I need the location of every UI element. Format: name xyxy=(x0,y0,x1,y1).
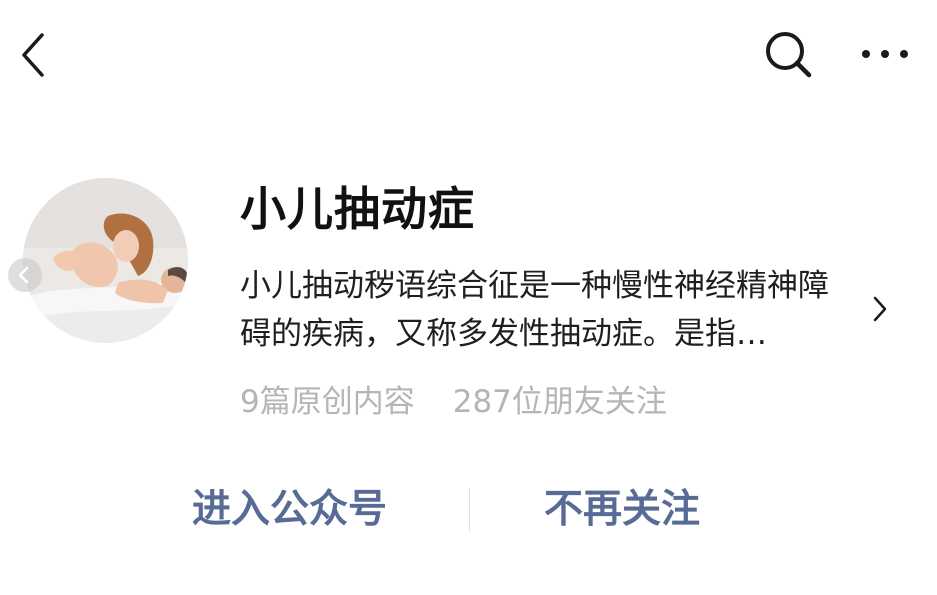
avatar-badge xyxy=(8,258,42,292)
chevron-left-icon xyxy=(22,33,44,77)
back-button[interactable] xyxy=(16,30,52,80)
action-divider xyxy=(469,488,470,532)
action-bar: 进入公众号 不再关注 xyxy=(0,470,937,550)
account-description[interactable]: 小儿抽动秽语综合征是一种慢性神经精神障碍的疾病，又称多发性抽动症。是指… xyxy=(240,262,855,358)
friends-following-count: 287位朋友关注 xyxy=(452,384,667,420)
account-name: 小儿抽动症 xyxy=(240,182,475,236)
more-horizontal-icon xyxy=(862,50,908,58)
chevron-right-icon xyxy=(873,296,887,322)
search-button[interactable] xyxy=(762,28,814,80)
account-stats: 9篇原创内容 287位朋友关注 xyxy=(240,378,667,426)
account-detail-button[interactable] xyxy=(866,292,892,326)
more-options-button[interactable] xyxy=(856,38,914,68)
chevron-left-small-icon xyxy=(18,266,29,284)
unfollow-button[interactable]: 不再关注 xyxy=(544,470,700,550)
enter-account-button[interactable]: 进入公众号 xyxy=(192,470,387,550)
original-content-count: 9篇原创内容 xyxy=(240,384,415,420)
search-icon xyxy=(766,32,812,78)
account-avatar[interactable] xyxy=(23,178,188,343)
top-navigation-bar xyxy=(0,0,937,110)
avatar-image xyxy=(23,178,188,343)
